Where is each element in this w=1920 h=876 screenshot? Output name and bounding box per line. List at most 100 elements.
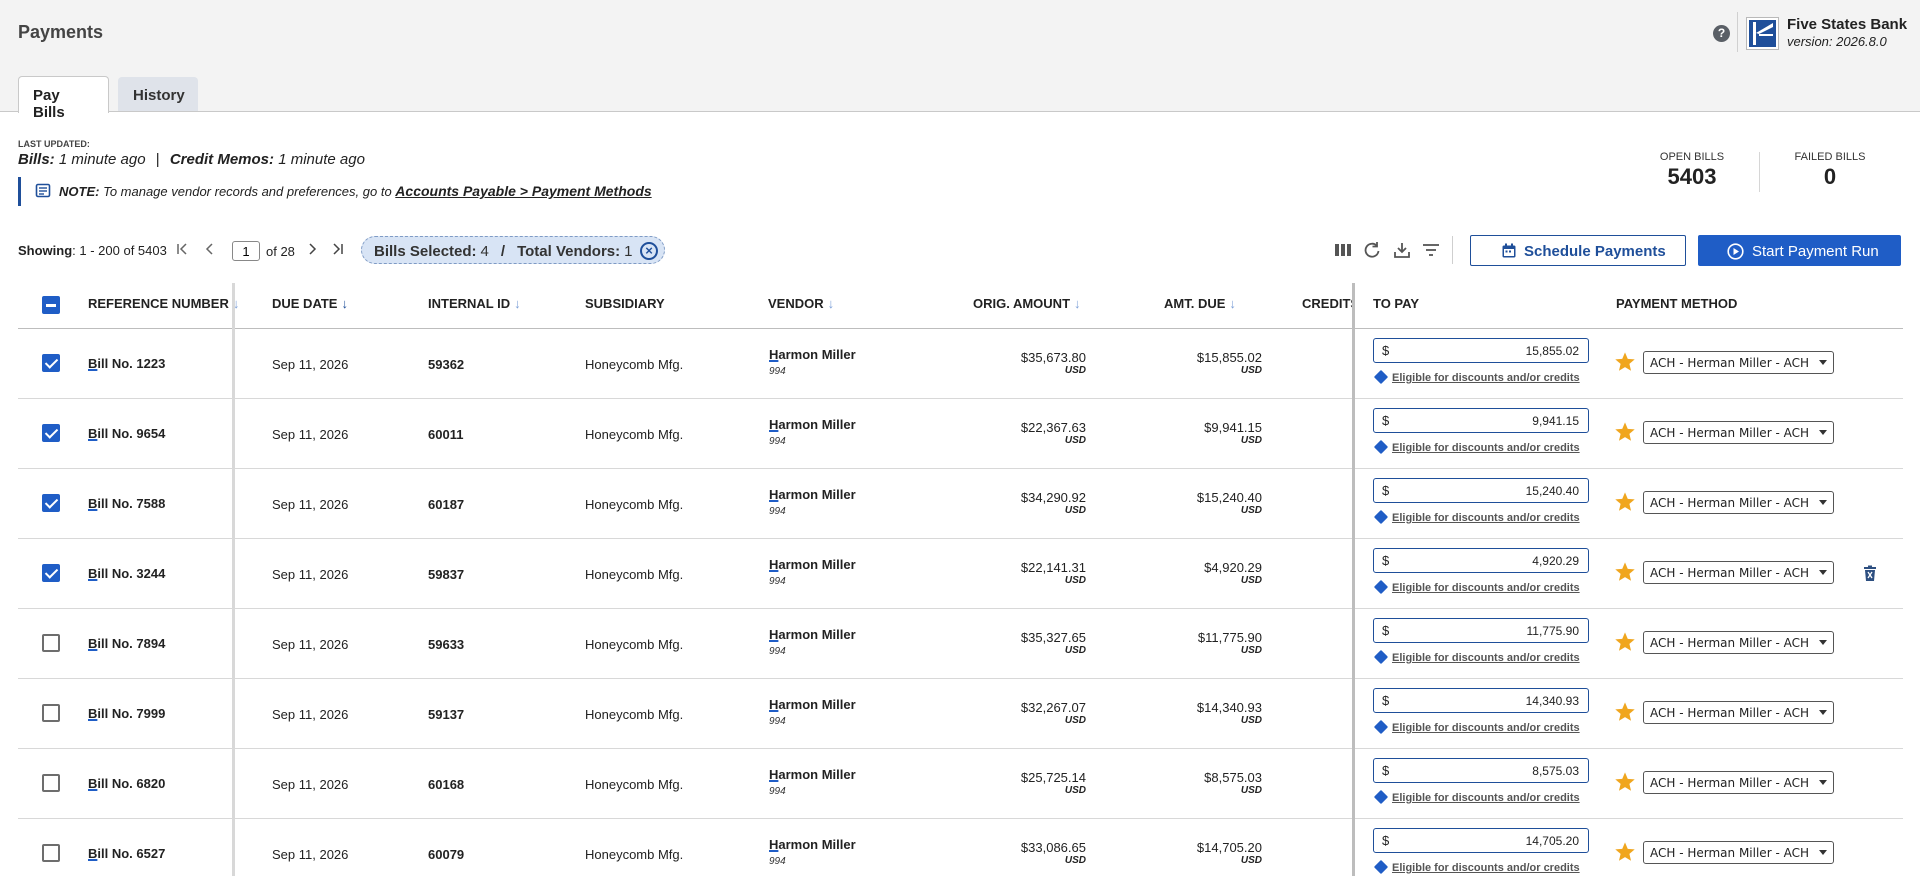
vendor-cell[interactable]: Harmon Miller 994	[769, 627, 856, 657]
table-row[interactable]: Bill No. 7999 Sep 11, 2026 59137 Honeycomb …	[18, 679, 1903, 749]
discount-eligible-link[interactable]: Eligible for discounts and/or credits	[1373, 789, 1580, 805]
row-checkbox[interactable]	[42, 844, 60, 862]
row-checkbox[interactable]	[42, 774, 60, 792]
refresh-icon[interactable]	[1362, 240, 1382, 260]
bill-reference-link[interactable]: Bill No. 3244	[88, 566, 165, 581]
col-due-date[interactable]: DUE DATE ↓	[272, 296, 348, 311]
vendor-name[interactable]: Harmon Miller	[769, 767, 856, 782]
bill-reference-link[interactable]: Bill No. 6820	[88, 776, 165, 791]
preferred-star-icon[interactable]	[1614, 701, 1636, 723]
tab-history[interactable]: History	[118, 77, 198, 111]
table-row[interactable]: Bill No. 6527 Sep 11, 2026 60079 Honeycomb …	[18, 819, 1903, 876]
discount-eligible-link[interactable]: Eligible for discounts and/or credits	[1373, 439, 1580, 455]
bill-reference-link[interactable]: Bill No. 7999	[88, 706, 165, 721]
vendor-name[interactable]: Harmon Miller	[769, 347, 856, 362]
start-payment-run-button[interactable]: Start Payment Run	[1698, 235, 1901, 266]
vendor-name[interactable]: Harmon Miller	[769, 417, 856, 432]
payment-method-select[interactable]: ACH - Herman Miller - ACH	[1643, 631, 1834, 654]
col-reference-number[interactable]: REFERENCE NUMBER ↓	[88, 296, 239, 311]
clear-selection-icon[interactable]: ×	[640, 242, 658, 260]
table-row[interactable]: Bill No. 7894 Sep 11, 2026 59633 Honeycomb …	[18, 609, 1903, 679]
first-page-icon[interactable]	[175, 241, 191, 257]
preferred-star-icon[interactable]	[1614, 631, 1636, 653]
bill-reference-link[interactable]: Bill No. 9654	[88, 426, 165, 441]
vendor-cell[interactable]: Harmon Miller 994	[769, 697, 856, 727]
row-checkbox[interactable]	[42, 494, 60, 512]
bill-reference-link[interactable]: Bill No. 7588	[88, 496, 165, 511]
row-checkbox[interactable]	[42, 354, 60, 372]
vendor-name[interactable]: Harmon Miller	[769, 557, 856, 572]
vendor-name[interactable]: Harmon Miller	[769, 697, 856, 712]
to-pay-input[interactable]: $11,775.90	[1373, 618, 1589, 643]
discount-eligible-link[interactable]: Eligible for discounts and/or credits	[1373, 369, 1580, 385]
payment-method-select[interactable]: ACH - Herman Miller - ACH	[1643, 771, 1834, 794]
row-checkbox[interactable]	[42, 704, 60, 722]
internal-id: 60079	[428, 847, 465, 862]
delete-icon[interactable]	[1862, 565, 1878, 582]
col-orig-amount[interactable]: ORIG. AMOUNT ↓	[973, 296, 1081, 311]
last-page-icon[interactable]	[329, 241, 345, 257]
discount-eligible-link[interactable]: Eligible for discounts and/or credits	[1373, 509, 1580, 525]
help-icon[interactable]: ?	[1713, 25, 1730, 42]
row-checkbox[interactable]	[42, 634, 60, 652]
preferred-star-icon[interactable]	[1614, 421, 1636, 443]
preferred-star-icon[interactable]	[1614, 841, 1636, 863]
filter-icon[interactable]	[1421, 240, 1441, 260]
to-pay-input[interactable]: $9,941.15	[1373, 408, 1589, 433]
bill-reference-link[interactable]: Bill No. 1223	[88, 356, 165, 371]
payment-methods-link[interactable]: Accounts Payable > Payment Methods	[395, 183, 651, 199]
page-number-input[interactable]	[232, 241, 260, 261]
col-amt-due[interactable]: AMT. DUE ↓	[1164, 296, 1236, 311]
select-all-checkbox[interactable]	[42, 296, 60, 314]
to-pay-input[interactable]: $4,920.29	[1373, 548, 1589, 573]
col-internal-id[interactable]: INTERNAL ID ↓	[428, 296, 521, 311]
payment-method-select[interactable]: ACH - Herman Miller - ACH	[1643, 701, 1834, 724]
subsidiary: Honeycomb Mfg.	[585, 497, 684, 512]
vendor-cell[interactable]: Harmon Miller 994	[769, 767, 856, 797]
to-pay-input[interactable]: $15,855.02	[1373, 338, 1589, 363]
vendor-name[interactable]: Harmon Miller	[769, 627, 856, 642]
download-icon[interactable]	[1392, 240, 1412, 260]
preferred-star-icon[interactable]	[1614, 351, 1636, 373]
vendor-cell[interactable]: Harmon Miller 994	[769, 557, 856, 587]
discount-eligible-link[interactable]: Eligible for discounts and/or credits	[1373, 719, 1580, 735]
to-pay-input[interactable]: $15,240.40	[1373, 478, 1589, 503]
discount-eligible-link[interactable]: Eligible for discounts and/or credits	[1373, 649, 1580, 665]
columns-icon[interactable]	[1333, 240, 1353, 260]
row-checkbox[interactable]	[42, 564, 60, 582]
vendor-cell[interactable]: Harmon Miller 994	[769, 487, 856, 517]
payment-method-select[interactable]: ACH - Herman Miller - ACH	[1643, 841, 1834, 864]
table-row[interactable]: Bill No. 9654 Sep 11, 2026 60011 Honeycomb …	[18, 399, 1903, 469]
preferred-star-icon[interactable]	[1614, 561, 1636, 583]
tag-icon	[1373, 859, 1389, 875]
bill-reference-link[interactable]: Bill No. 6527	[88, 846, 165, 861]
table-row[interactable]: Bill No. 1223 Sep 11, 2026 59362 Honeycomb …	[18, 329, 1903, 399]
table-row[interactable]: Bill No. 3244 Sep 11, 2026 59837 Honeycomb …	[18, 539, 1903, 609]
to-pay-input[interactable]: $14,705.20	[1373, 828, 1589, 853]
next-page-icon[interactable]	[304, 241, 320, 257]
schedule-payments-button[interactable]: Schedule Payments	[1470, 235, 1686, 266]
table-row[interactable]: Bill No. 7588 Sep 11, 2026 60187 Honeycomb …	[18, 469, 1903, 539]
vendor-name[interactable]: Harmon Miller	[769, 487, 856, 502]
row-checkbox[interactable]	[42, 424, 60, 442]
tab-pay-bills[interactable]: Pay Bills	[18, 76, 109, 121]
discount-eligible-link[interactable]: Eligible for discounts and/or credits	[1373, 859, 1580, 875]
vendor-cell[interactable]: Harmon Miller 994	[769, 417, 856, 447]
payment-method-select[interactable]: ACH - Herman Miller - ACH	[1643, 561, 1834, 584]
selection-separator: /	[500, 243, 506, 260]
vendor-cell[interactable]: Harmon Miller 994	[769, 347, 856, 377]
payment-method-select[interactable]: ACH - Herman Miller - ACH	[1643, 351, 1834, 374]
previous-page-icon[interactable]	[202, 241, 218, 257]
to-pay-input[interactable]: $14,340.93	[1373, 688, 1589, 713]
table-row[interactable]: Bill No. 6820 Sep 11, 2026 60168 Honeycomb …	[18, 749, 1903, 819]
preferred-star-icon[interactable]	[1614, 771, 1636, 793]
payment-method-select[interactable]: ACH - Herman Miller - ACH	[1643, 421, 1834, 444]
payment-method-select[interactable]: ACH - Herman Miller - ACH	[1643, 491, 1834, 514]
col-vendor[interactable]: VENDOR ↓	[768, 296, 834, 311]
discount-eligible-link[interactable]: Eligible for discounts and/or credits	[1373, 579, 1580, 595]
vendor-cell[interactable]: Harmon Miller 994	[769, 837, 856, 867]
to-pay-input[interactable]: $8,575.03	[1373, 758, 1589, 783]
preferred-star-icon[interactable]	[1614, 491, 1636, 513]
bill-reference-link[interactable]: Bill No. 7894	[88, 636, 165, 651]
vendor-name[interactable]: Harmon Miller	[769, 837, 856, 852]
